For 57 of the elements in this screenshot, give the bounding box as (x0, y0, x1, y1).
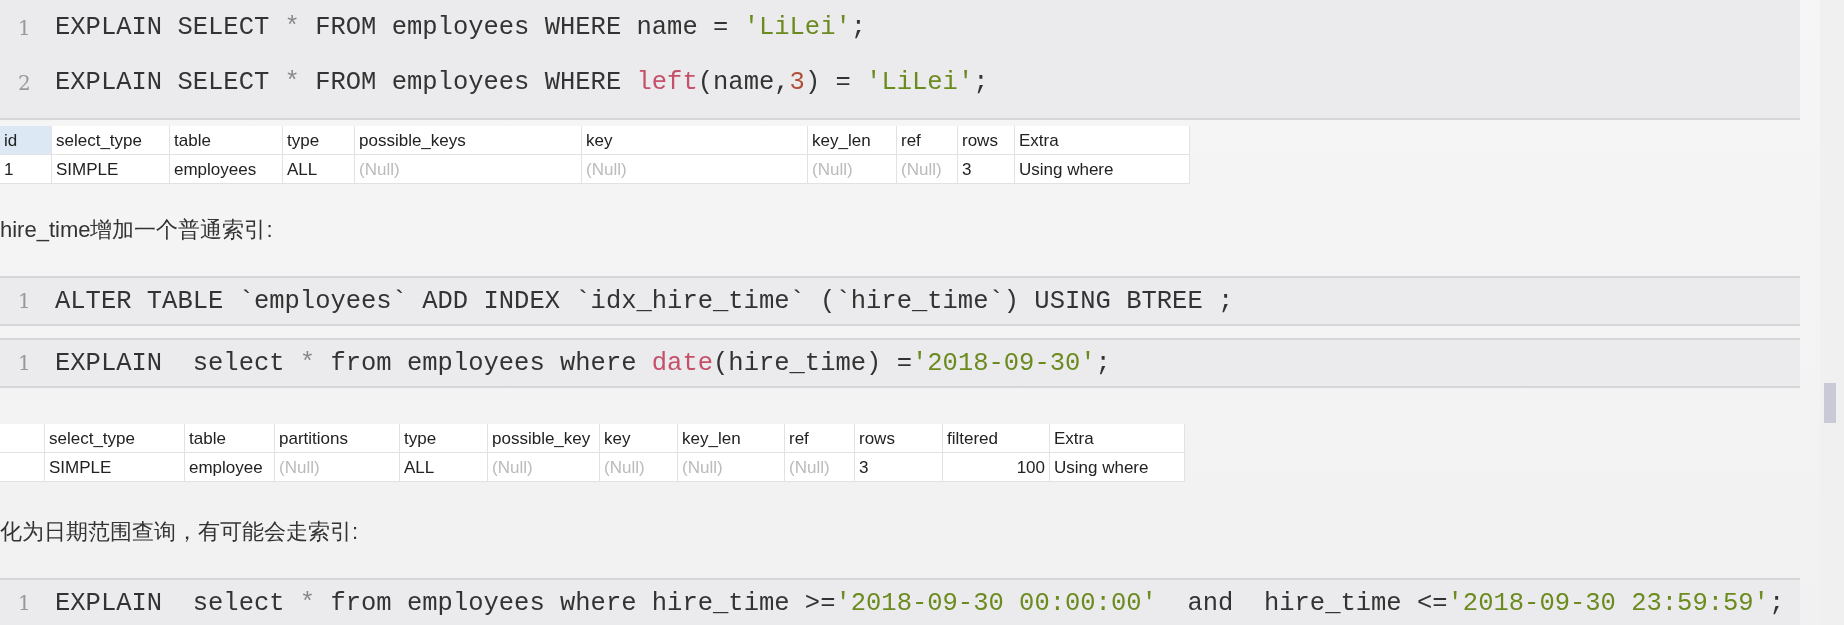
code-line: EXPLAIN SELECT * FROM employees WHERE left(name,3) = 'LiLei'; (55, 68, 989, 97)
column-header[interactable]: filtered (943, 424, 1050, 453)
column-header[interactable]: rows (958, 126, 1015, 155)
table-cell: 1 (0, 155, 52, 184)
column-header[interactable]: type (400, 424, 488, 453)
column-header[interactable]: rows (855, 424, 943, 453)
line-number: 1 (17, 15, 32, 40)
line-number: 1 (17, 591, 32, 615)
table-cell: ALL (400, 453, 488, 482)
table-cell: Using where (1015, 155, 1190, 184)
table-cell: (Null) (582, 155, 808, 184)
table-cell: (Null) (808, 155, 897, 184)
table-cell: (Null) (275, 453, 400, 482)
column-header[interactable]: table (185, 424, 275, 453)
column-header[interactable]: possible_keys (355, 126, 582, 155)
code-line: ALTER TABLE `employees` ADD INDEX `idx_hire_time` (`hire_time`) USING BTREE ; (55, 286, 1234, 316)
column-header[interactable]: select_type (45, 424, 185, 453)
column-header[interactable]: table (170, 126, 283, 155)
line-number: 2 (17, 70, 32, 95)
table-cell: (Null) (600, 453, 678, 482)
table-cell: SIMPLE (52, 155, 170, 184)
table-cell: 3 (855, 453, 943, 482)
paragraph: 化为日期范围查询，有可能会走索引: (0, 518, 360, 546)
column-header[interactable]: key (600, 424, 678, 453)
column-header[interactable]: id (0, 126, 52, 155)
table-cell (0, 453, 45, 482)
table-cell: (Null) (678, 453, 785, 482)
table-cell: 3 (958, 155, 1015, 184)
column-header[interactable]: type (283, 126, 355, 155)
table-cell: employees (170, 155, 283, 184)
line-number: 1 (17, 351, 32, 375)
column-header[interactable]: partitions (275, 424, 400, 453)
column-header[interactable]: key (582, 126, 808, 155)
column-header[interactable]: possible_key (488, 424, 600, 453)
column-header[interactable]: ref (897, 126, 958, 155)
table-cell: (Null) (488, 453, 600, 482)
column-header[interactable]: key_len (808, 126, 897, 155)
table-cell: Using where (1050, 453, 1185, 482)
code-line: EXPLAIN select * from employees where hire_time >='2018-09-30 00:00:00' and hire_time <='2018-09-30 23:59:59'; (55, 588, 1785, 618)
column-header[interactable]: ref (785, 424, 855, 453)
column-header[interactable]: Extra (1050, 424, 1185, 453)
column-header[interactable]: key_len (678, 424, 785, 453)
table-cell: 100 (943, 453, 1050, 482)
column-header[interactable]: Extra (1015, 126, 1190, 155)
code-line: EXPLAIN SELECT * FROM employees WHERE name = 'LiLei'; (55, 13, 867, 42)
table-cell: employee (185, 453, 275, 482)
table-cell: (Null) (355, 155, 582, 184)
table-cell: ALL (283, 155, 355, 184)
paragraph: hire_time增加一个普通索引: (0, 216, 274, 244)
table-cell: (Null) (897, 155, 958, 184)
table-cell: (Null) (785, 453, 855, 482)
column-header[interactable] (0, 424, 45, 453)
scrollbar-thumb[interactable] (1824, 383, 1836, 423)
code-line: EXPLAIN select * from employees where date(hire_time) ='2018-09-30'; (55, 348, 1111, 378)
line-number: 1 (17, 289, 32, 313)
column-header[interactable]: select_type (52, 126, 170, 155)
table-cell: SIMPLE (45, 453, 185, 482)
